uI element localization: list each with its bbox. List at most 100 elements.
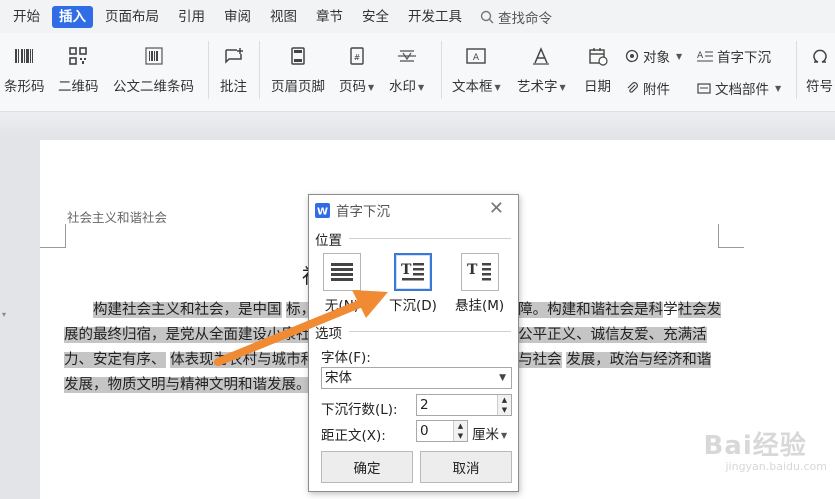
search-command[interactable]: 查找命令 bbox=[480, 7, 552, 27]
close-icon[interactable]: ✕ bbox=[489, 198, 504, 219]
baidu-watermark-logo: Bai经验 bbox=[703, 431, 807, 461]
menu-security[interactable]: 安全 bbox=[355, 6, 396, 28]
drop-cap-hang-icon: T bbox=[460, 253, 499, 291]
drop-cap-button[interactable]: A 首字下沉 bbox=[697, 46, 771, 66]
qrcode-icon bbox=[68, 43, 88, 69]
object-label: 对象 bbox=[643, 50, 670, 66]
distance-unit-label: 厘米 bbox=[472, 427, 499, 443]
font-select[interactable]: 宋体 ▼ bbox=[321, 367, 512, 389]
symbol-label: 符号 bbox=[806, 79, 833, 95]
distance-stepper[interactable]: 0 ▲ ▼ bbox=[416, 420, 468, 442]
svg-text:A: A bbox=[697, 51, 704, 61]
menu-section[interactable]: 章节 bbox=[309, 6, 350, 28]
menu-bar: 开始 插入 页面布局 引用 审阅 视图 章节 安全 开发工具 查找命令 bbox=[0, 0, 835, 33]
date-button[interactable]: 日期 bbox=[584, 43, 611, 95]
barcode-icon bbox=[13, 43, 35, 69]
stepper-buttons[interactable]: ▲ ▼ bbox=[453, 421, 467, 441]
object-button[interactable]: 对象 ▼ bbox=[625, 46, 682, 66]
options-group-label: 选项 bbox=[315, 326, 342, 342]
wordart-icon bbox=[530, 43, 552, 69]
drop-cap-none-icon bbox=[323, 253, 361, 291]
header-footer-button[interactable]: 页眉页脚 bbox=[271, 43, 325, 95]
margin-corner-mark bbox=[718, 224, 744, 248]
option-none[interactable]: 无(N) bbox=[323, 253, 361, 314]
font-select-value: 宋体 bbox=[325, 370, 352, 386]
baidu-watermark-url: jingyan.baidu.com bbox=[725, 460, 827, 473]
svg-text:T: T bbox=[467, 262, 478, 278]
barcode-button[interactable]: 条形码 bbox=[4, 43, 45, 95]
comment-button[interactable]: 批注 bbox=[220, 43, 247, 95]
ok-button[interactable]: 确定 bbox=[321, 451, 413, 483]
svg-text:W: W bbox=[317, 206, 328, 217]
menu-start[interactable]: 开始 bbox=[6, 6, 47, 28]
menu-view[interactable]: 视图 bbox=[263, 6, 304, 28]
drop-lines-stepper[interactable]: 2 ▲ ▼ bbox=[416, 394, 512, 416]
position-group-label: 位置 bbox=[315, 233, 342, 249]
doc-parts-button[interactable]: 文档部件 ▼ bbox=[697, 78, 781, 98]
cancel-button[interactable]: 取消 bbox=[420, 451, 512, 483]
comment-label: 批注 bbox=[220, 79, 247, 95]
wordart-label: 艺术字 ▼ bbox=[517, 79, 566, 95]
doc-parts-icon bbox=[697, 83, 711, 94]
stepper-buttons[interactable]: ▲ ▼ bbox=[497, 395, 511, 415]
ribbon-separator bbox=[259, 41, 260, 99]
menu-insert[interactable]: 插入 bbox=[52, 5, 93, 28]
object-icon bbox=[625, 49, 639, 63]
drop-cap-dialog: W 首字下沉 ✕ 位置 无(N) T 下沉(D) T 悬挂(M) 选项 字体(F… bbox=[308, 194, 519, 492]
barcode-label: 条形码 bbox=[4, 79, 45, 95]
menu-developer[interactable]: 开发工具 bbox=[401, 6, 469, 28]
ribbon-toolbar: 条形码 二维码 公文二维条码 批注 页眉页脚 # 页码 ▼ 水印 ▼ A 文本框 ▼ … bbox=[0, 33, 835, 111]
menu-page-layout[interactable]: 页面布局 bbox=[98, 6, 166, 28]
option-drop[interactable]: T 下沉(D) bbox=[389, 253, 437, 314]
ribbon-separator bbox=[796, 41, 797, 99]
paragraph-segment[interactable]: 构建社会主义和社会，是中国 bbox=[93, 302, 282, 318]
official-barcode-label: 公文二维条码 bbox=[113, 79, 194, 95]
svg-text:A: A bbox=[473, 53, 480, 63]
ribbon-separator bbox=[441, 41, 442, 99]
group-divider bbox=[349, 238, 511, 239]
baidu-watermark: Bai经验 jingyan.baidu.com bbox=[703, 425, 827, 473]
attachment-label: 附件 bbox=[643, 82, 670, 98]
omega-icon bbox=[810, 43, 830, 69]
option-drop-label: 下沉(D) bbox=[389, 298, 437, 314]
group-divider bbox=[349, 331, 511, 332]
chevron-down-icon: ▼ bbox=[494, 82, 501, 92]
textbox-icon: A bbox=[465, 43, 487, 69]
drop-cap-drop-icon: T bbox=[393, 253, 432, 291]
chevron-down-icon: ▼ bbox=[501, 430, 508, 440]
page-number-button[interactable]: # 页码 ▼ bbox=[339, 43, 374, 95]
option-hang[interactable]: T 悬挂(M) bbox=[455, 253, 504, 314]
attachment-button[interactable]: 附件 bbox=[625, 78, 670, 98]
textbox-button[interactable]: A 文本框 ▼ bbox=[452, 43, 501, 95]
distance-unit-select[interactable]: 厘米 ▼ bbox=[472, 423, 507, 443]
menu-references[interactable]: 引用 bbox=[171, 6, 212, 28]
drop-lines-value: 2 bbox=[420, 397, 429, 413]
drop-cap-icon: A bbox=[697, 51, 713, 62]
chevron-down-icon: ▼ bbox=[368, 82, 375, 92]
margin-corner-mark bbox=[40, 224, 66, 248]
official-barcode-button[interactable]: 公文二维条码 bbox=[113, 43, 194, 95]
wordart-button[interactable]: 艺术字 ▼ bbox=[517, 43, 566, 95]
wps-writer-icon: W bbox=[315, 202, 330, 218]
qrcode-button[interactable]: 二维码 bbox=[58, 43, 99, 95]
paragraph-segment[interactable]: 学 bbox=[663, 302, 678, 318]
menu-review[interactable]: 审阅 bbox=[217, 6, 258, 28]
chevron-down-icon: ▼ bbox=[418, 82, 425, 92]
ribbon-separator bbox=[208, 41, 209, 99]
dialog-titlebar[interactable]: W 首字下沉 bbox=[309, 195, 518, 225]
stepper-down-icon[interactable]: ▼ bbox=[454, 431, 467, 441]
chevron-down-icon: ▼ bbox=[499, 373, 506, 383]
symbol-button[interactable]: 符号 bbox=[806, 43, 833, 95]
search-icon bbox=[480, 10, 494, 23]
stepper-down-icon[interactable]: ▼ bbox=[498, 405, 511, 415]
watermark-button[interactable]: 水印 ▼ bbox=[389, 43, 424, 95]
paragraph-indent bbox=[64, 302, 93, 318]
drop-cap-label: 首字下沉 bbox=[717, 50, 771, 66]
stepper-up-icon[interactable]: ▲ bbox=[454, 421, 467, 431]
stepper-up-icon[interactable]: ▲ bbox=[498, 395, 511, 405]
page-header-text[interactable]: 社会主义和谐社会 bbox=[67, 207, 167, 226]
search-label: 查找命令 bbox=[498, 10, 552, 27]
watermark-icon bbox=[396, 43, 418, 69]
calendar-icon bbox=[588, 43, 608, 69]
option-none-label: 无(N) bbox=[324, 298, 360, 314]
